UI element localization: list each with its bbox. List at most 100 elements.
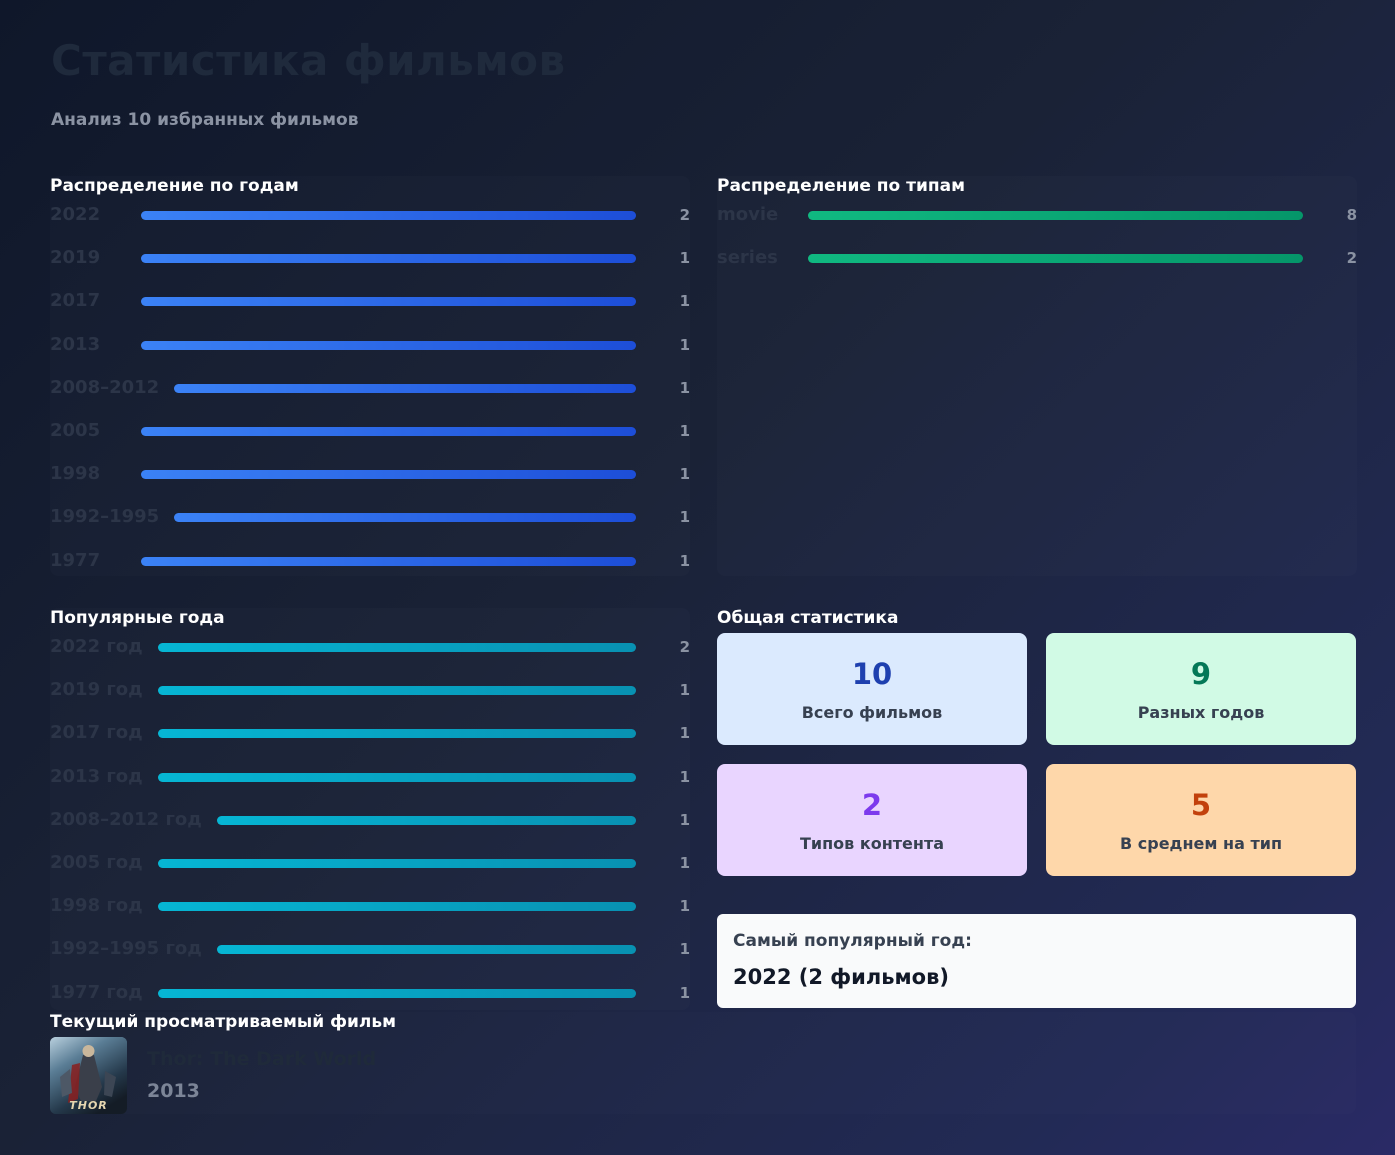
bar-row: 1977 год 1 <box>50 982 690 1006</box>
bar-row: 2022 год 2 <box>50 636 690 660</box>
general-stats-title: Общая статистика <box>717 608 899 628</box>
bar-fill <box>808 254 1303 264</box>
bar-value: 1 <box>679 249 690 268</box>
bar-label: 2008–2012 <box>50 376 160 398</box>
bar-row: 2022 2 <box>50 204 690 228</box>
years-panel: Распределение по годам 2022 2 2019 1 2017 1 20… <box>50 176 690 576</box>
bar-row: 1998 1 <box>50 463 690 487</box>
stat-value: 9 <box>1190 657 1212 691</box>
bar-row: 2008–2012 1 <box>50 377 690 401</box>
bar-value: 2 <box>679 206 690 224</box>
bar-row: 1998 год 1 <box>50 895 690 919</box>
bar-fill <box>157 988 636 998</box>
bar-fill <box>157 729 636 739</box>
bar-label: 1998 <box>50 463 101 485</box>
types-panel: Распределение по типам movie 8 series 2 <box>717 176 1357 576</box>
bar-label: movie <box>717 204 779 225</box>
bar-fill <box>216 945 636 955</box>
bar-fill <box>157 902 636 912</box>
bar-label: 1992–1995 <box>50 506 160 528</box>
bar-label: 2013 <box>50 333 101 355</box>
types-panel-title: Распределение по типам <box>717 176 966 196</box>
bar-label: 2022 год <box>50 636 143 657</box>
bar-fill <box>216 815 636 825</box>
bar-row: 1977 1 <box>50 550 690 574</box>
bar-label: 2019 <box>50 247 101 269</box>
bar-label: 2005 год <box>50 852 143 873</box>
movie-poster-image[interactable]: THOR <box>50 1037 127 1114</box>
bar-fill <box>174 383 636 393</box>
bar-label: 2017 год <box>50 722 143 744</box>
bar-value: 1 <box>679 335 690 354</box>
bar-value: 1 <box>679 465 690 484</box>
bar-fill <box>141 556 636 566</box>
bar-label: 1992–1995 год <box>50 938 202 960</box>
bar-row: 2005 год 1 <box>50 852 690 876</box>
current-movie-year: 2013 <box>147 1080 200 1102</box>
bar-label: 2017 <box>50 290 101 312</box>
bar-row: 2013 1 <box>50 334 690 358</box>
bar-fill <box>141 427 636 436</box>
bar-label: 2019 год <box>50 679 143 701</box>
bar-row: 2013 год 1 <box>50 766 690 790</box>
stat-value: 5 <box>1190 788 1212 822</box>
bar-value: 8 <box>1346 206 1357 224</box>
bar-fill <box>141 254 636 264</box>
stat-label: В среднем на тип <box>1120 834 1282 853</box>
bar-fill <box>157 686 636 696</box>
current-movie-name[interactable]: Thor: The Dark World <box>147 1048 376 1070</box>
bar-value: 1 <box>679 983 690 1002</box>
stat-value: 2 <box>861 788 883 822</box>
page-title: Статистика фильмов <box>51 36 566 85</box>
bar-row: 1992–1995 год 1 <box>50 938 690 962</box>
bar-label: 1977 год <box>50 981 143 1003</box>
popular-years-panel-title: Популярные года <box>50 608 225 628</box>
most-popular-year-value: 2022 (2 фильмов) <box>733 965 949 989</box>
bar-row: series 2 <box>717 247 1357 271</box>
bar-value: 1 <box>679 940 690 959</box>
bar-value: 1 <box>679 378 690 397</box>
bar-fill <box>808 211 1303 220</box>
bar-value: 1 <box>679 810 690 829</box>
stat-label: Всего фильмов <box>801 703 943 722</box>
bar-fill <box>157 772 636 782</box>
bar-value: 1 <box>679 292 690 311</box>
bar-label: 2022 <box>50 204 101 225</box>
bar-fill <box>174 513 636 523</box>
bar-value: 1 <box>679 422 690 440</box>
bar-value: 1 <box>679 551 690 570</box>
current-movie-title: Текущий просматриваемый фильм <box>50 1012 396 1032</box>
bar-label: 2013 год <box>50 765 143 787</box>
bar-label: 1998 год <box>50 895 143 917</box>
bar-row: 2019 1 <box>50 247 690 271</box>
bar-fill <box>157 859 636 868</box>
stat-label: Разных годов <box>1137 703 1265 722</box>
years-panel-title: Распределение по годам <box>50 176 299 196</box>
bar-row: 2017 1 <box>50 290 690 314</box>
bar-label: 1977 <box>50 549 101 571</box>
bar-fill <box>141 297 636 307</box>
bar-label: 2005 <box>50 420 101 441</box>
bar-row: 2019 год 1 <box>50 679 690 703</box>
bar-value: 1 <box>679 508 690 527</box>
most-popular-year-label: Самый популярный год: <box>733 931 972 951</box>
most-popular-year-box: Самый популярный год: 2022 (2 фильмов) <box>717 914 1356 1008</box>
bar-row: 1992–1995 1 <box>50 506 690 530</box>
bar-value: 2 <box>1346 249 1357 268</box>
bar-label: series <box>717 247 778 269</box>
stat-label: Типов контента <box>799 834 945 853</box>
stat-card-content-types: 2 Типов контента <box>717 764 1027 876</box>
bar-fill <box>141 470 636 480</box>
stat-card-distinct-years: 9 Разных годов <box>1046 633 1356 745</box>
popular-years-panel: Популярные года 2022 год 2 2019 год 1 2017 г… <box>50 608 690 1010</box>
bar-value: 1 <box>679 897 690 916</box>
bar-label: 2008–2012 год <box>50 808 202 830</box>
bar-value: 1 <box>679 854 690 872</box>
page-subtitle: Анализ 10 избранных фильмов <box>51 110 359 130</box>
bar-value: 2 <box>679 638 690 656</box>
bar-fill <box>157 643 636 652</box>
stat-card-average-per-type: 5 В среднем на тип <box>1046 764 1356 876</box>
bar-row: movie 8 <box>717 204 1357 228</box>
current-movie-panel: Текущий просматриваемый фильм THOR Thor:… <box>50 1012 1356 1114</box>
bar-value: 1 <box>679 681 690 700</box>
